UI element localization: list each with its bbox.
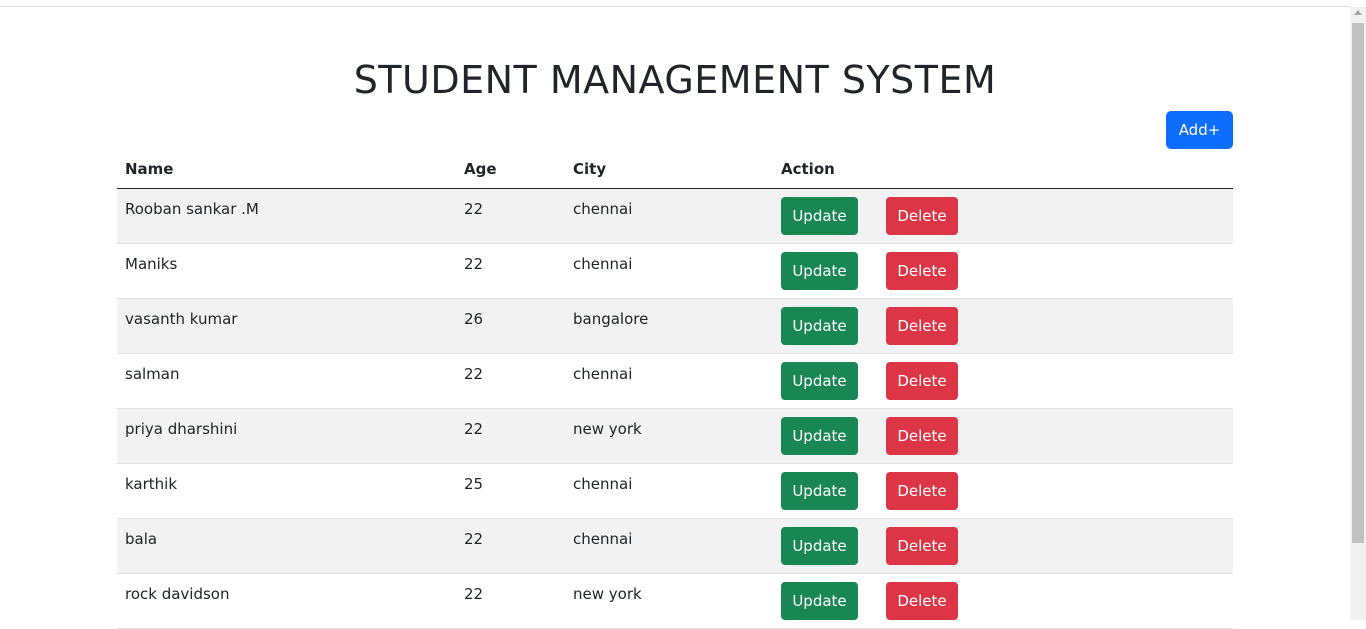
cell-city: chennai	[565, 243, 773, 299]
table-row: bala 22 chennai Update Delete	[117, 518, 1233, 574]
cell-city: chennai	[565, 188, 773, 244]
delete-button[interactable]: Delete	[886, 582, 958, 620]
cell-city: new york	[565, 408, 773, 464]
cell-name: salman	[117, 353, 456, 409]
cell-action: Update Delete	[773, 243, 1233, 299]
page-title: STUDENT MANAGEMENT SYSTEM	[353, 58, 997, 102]
scroll-up-icon[interactable]	[1354, 10, 1362, 15]
cell-age: 22	[456, 188, 565, 244]
update-button[interactable]: Update	[781, 252, 858, 290]
cell-age: 26	[456, 298, 565, 354]
update-button[interactable]: Update	[781, 197, 858, 235]
update-button[interactable]: Update	[781, 527, 858, 565]
cell-action: Update Delete	[773, 573, 1233, 629]
delete-button[interactable]: Delete	[886, 362, 958, 400]
table-row: Rooban sankar .M 22 chennai Update Delete	[117, 188, 1233, 244]
cell-city: new york	[565, 573, 773, 629]
delete-button[interactable]: Delete	[886, 197, 958, 235]
cell-age: 22	[456, 408, 565, 464]
update-button[interactable]: Update	[781, 362, 858, 400]
students-table: Name Age City Action Rooban sankar .M 22…	[117, 150, 1233, 629]
table-row: Maniks 22 chennai Update Delete	[117, 243, 1233, 299]
cell-name: Maniks	[117, 243, 456, 299]
cell-city: bangalore	[565, 298, 773, 354]
scrollbar-thumb[interactable]	[1352, 23, 1364, 543]
update-button[interactable]: Update	[781, 472, 858, 510]
column-header-name: Name	[117, 150, 456, 189]
update-button[interactable]: Update	[781, 582, 858, 620]
cell-age: 22	[456, 573, 565, 629]
update-button[interactable]: Update	[781, 417, 858, 455]
cell-age: 22	[456, 243, 565, 299]
table-header-row: Name Age City Action	[117, 150, 1233, 189]
table-row: karthik 25 chennai Update Delete	[117, 463, 1233, 519]
cell-action: Update Delete	[773, 518, 1233, 574]
delete-button[interactable]: Delete	[886, 252, 958, 290]
cell-age: 25	[456, 463, 565, 519]
cell-action: Update Delete	[773, 353, 1233, 409]
column-header-action: Action	[773, 150, 1233, 189]
cell-city: chennai	[565, 518, 773, 574]
cell-name: Rooban sankar .M	[117, 188, 456, 244]
delete-button[interactable]: Delete	[886, 472, 958, 510]
cell-action: Update Delete	[773, 188, 1233, 244]
delete-button[interactable]: Delete	[886, 307, 958, 345]
cell-name: bala	[117, 518, 456, 574]
table-row: rock davidson 22 new york Update Delete	[117, 573, 1233, 629]
cell-name: vasanth kumar	[117, 298, 456, 354]
table-row: vasanth kumar 26 bangalore Update Delete	[117, 298, 1233, 354]
browser-top-edge	[0, 0, 1350, 7]
cell-name: rock davidson	[117, 573, 456, 629]
delete-button[interactable]: Delete	[886, 417, 958, 455]
cell-age: 22	[456, 353, 565, 409]
cell-action: Update Delete	[773, 463, 1233, 519]
update-button[interactable]: Update	[781, 307, 858, 345]
table-row: priya dharshini 22 new york Update Delete	[117, 408, 1233, 464]
cell-name: karthik	[117, 463, 456, 519]
cell-name: priya dharshini	[117, 408, 456, 464]
cell-city: chennai	[565, 463, 773, 519]
column-header-city: City	[565, 150, 773, 189]
column-header-age: Age	[456, 150, 565, 189]
table-row: salman 22 chennai Update Delete	[117, 353, 1233, 409]
cell-city: chennai	[565, 353, 773, 409]
add-student-button[interactable]: Add+	[1166, 111, 1233, 149]
delete-button[interactable]: Delete	[886, 527, 958, 565]
cell-action: Update Delete	[773, 298, 1233, 354]
cell-age: 22	[456, 518, 565, 574]
cell-action: Update Delete	[773, 408, 1233, 464]
vertical-scrollbar[interactable]	[1350, 7, 1366, 620]
